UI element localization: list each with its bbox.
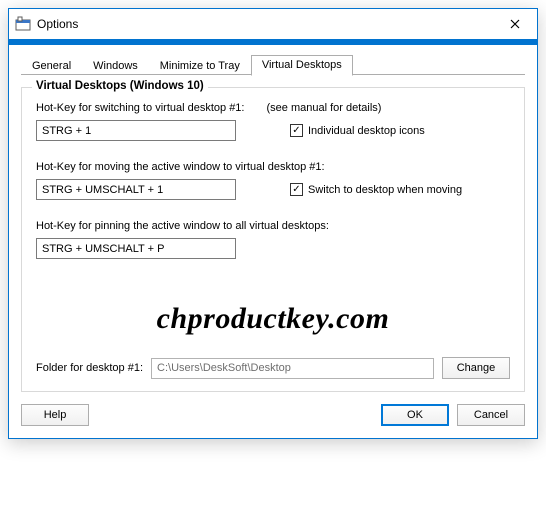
window-title: Options (37, 17, 492, 31)
individual-icons-checkbox[interactable]: ✓ Individual desktop icons (290, 124, 425, 137)
group-title: Virtual Desktops (Windows 10) (32, 80, 208, 92)
pin-hotkey-input[interactable] (36, 238, 236, 259)
dialog-buttons: Help OK Cancel (21, 404, 525, 426)
check-icon: ✓ (290, 124, 303, 137)
change-button[interactable]: Change (442, 357, 510, 379)
move-hotkey-input[interactable] (36, 179, 236, 200)
switch-when-moving-checkbox[interactable]: ✓ Switch to desktop when moving (290, 183, 462, 196)
tab-windows[interactable]: Windows (82, 56, 149, 76)
individual-icons-label: Individual desktop icons (308, 125, 425, 137)
switch-hotkey-hint: (see manual for details) (266, 102, 381, 114)
switch-hotkey-label: Hot-Key for switching to virtual desktop… (36, 102, 244, 114)
ok-button[interactable]: OK (381, 404, 449, 426)
pin-hotkey-label: Hot-Key for pinning the active window to… (36, 220, 329, 232)
switch-when-moving-label: Switch to desktop when moving (308, 184, 462, 196)
tab-general[interactable]: General (21, 56, 82, 76)
close-button[interactable] (492, 9, 537, 39)
folder-path-input[interactable] (151, 358, 434, 379)
virtual-desktops-group: Virtual Desktops (Windows 10) Hot-Key fo… (21, 87, 525, 392)
move-hotkey-label: Hot-Key for moving the active window to … (36, 161, 325, 173)
client-area: General Windows Minimize to Tray Virtual… (9, 45, 537, 438)
app-icon (15, 16, 31, 32)
tab-strip: General Windows Minimize to Tray Virtual… (21, 53, 525, 75)
folder-label: Folder for desktop #1: (36, 362, 143, 374)
check-icon: ✓ (290, 183, 303, 196)
switch-hotkey-input[interactable] (36, 120, 236, 141)
cancel-button[interactable]: Cancel (457, 404, 525, 426)
options-window: Options General Windows Minimize to Tray… (8, 8, 538, 439)
tab-virtual-desktops[interactable]: Virtual Desktops (251, 55, 353, 76)
tab-minimize-to-tray[interactable]: Minimize to Tray (149, 56, 251, 76)
help-button[interactable]: Help (21, 404, 89, 426)
titlebar: Options (9, 9, 537, 39)
